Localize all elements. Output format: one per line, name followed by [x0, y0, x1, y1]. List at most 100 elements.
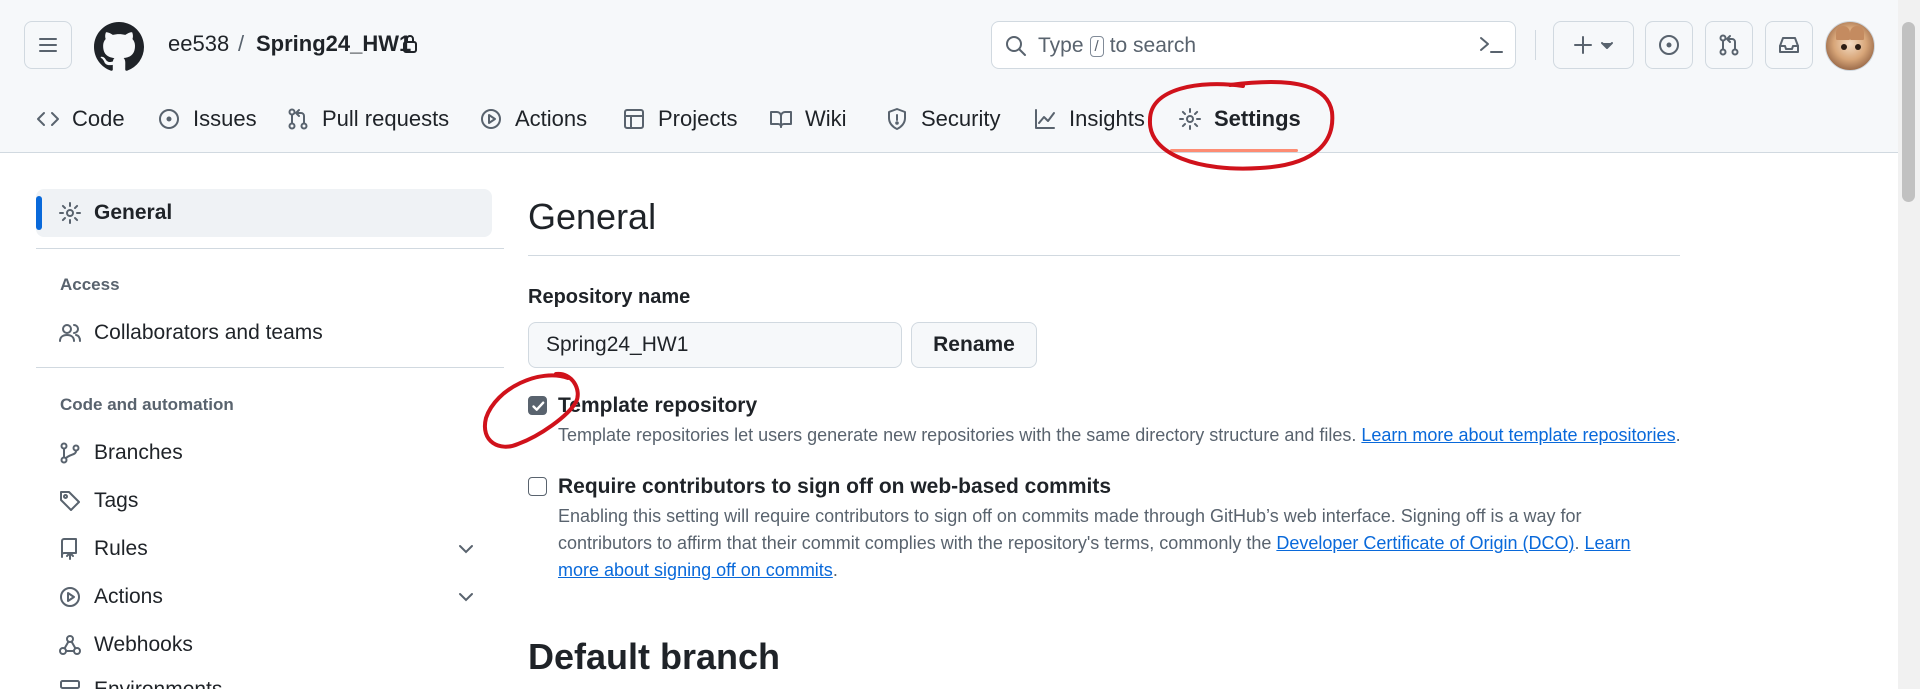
tab-actions[interactable]: Actions [479, 100, 587, 138]
issue-opened-icon [1659, 35, 1679, 55]
lock-icon [403, 35, 417, 53]
pull-requests-button[interactable] [1705, 21, 1753, 69]
signoff-desc-line1: Enabling this setting will require contr… [558, 506, 1582, 526]
search-placeholder: Type / to search [1038, 34, 1196, 58]
sidebar-item-collaborators[interactable]: Collaborators and teams [58, 316, 323, 350]
avatar[interactable] [1825, 21, 1875, 71]
breadcrumb-owner[interactable]: ee538 [168, 31, 229, 57]
github-logo-icon[interactable] [94, 22, 144, 72]
branch-icon [60, 442, 80, 464]
tab-pull-requests[interactable]: Pull requests [286, 100, 449, 138]
search-placeholder-suffix: to search [1109, 34, 1197, 57]
plus-icon [1573, 36, 1613, 54]
sidebar-heading-code: Code and automation [60, 395, 234, 414]
pull-request-icon [1719, 34, 1739, 56]
rules-chevron-down-icon[interactable] [457, 540, 475, 563]
signoff-desc-end: . [832, 560, 838, 580]
gear-icon [59, 202, 81, 224]
graph-icon [1035, 109, 1055, 129]
signoff-learn-link-part2[interactable]: more about signing off on commits [558, 560, 833, 580]
sidebar-heading-access: Access [60, 275, 120, 294]
check-icon [532, 401, 545, 411]
template-repository-title: Template repository [558, 394, 758, 417]
repo-push-icon [61, 538, 77, 560]
sidebar-item-branches-label: Branches [94, 441, 183, 464]
template-desc-end: . [1675, 425, 1681, 445]
sidebar-item-general-label: General [94, 201, 173, 224]
table-icon [624, 109, 644, 129]
search-input[interactable]: Type / to search [991, 21, 1516, 69]
issues-button[interactable] [1645, 21, 1693, 69]
template-learn-more-link[interactable]: Learn more about template repositories [1361, 425, 1675, 445]
template-desc-text: Template repositories let users generate… [558, 425, 1357, 445]
sidebar-active-marker [36, 196, 42, 230]
menu-button[interactable] [24, 21, 72, 69]
sidebar-divider [36, 367, 504, 368]
tab-issues[interactable]: Issues [157, 100, 257, 138]
default-branch-heading: Default branch [528, 636, 781, 677]
shield-icon [888, 108, 906, 130]
sidebar-item-collaborators-label: Collaborators and teams [94, 321, 323, 344]
tab-pull-requests-label: Pull requests [322, 106, 450, 131]
people-icon [59, 324, 81, 342]
tab-wiki[interactable]: Wiki [769, 100, 847, 138]
tab-actions-label: Actions [515, 106, 588, 131]
book-icon [770, 111, 792, 128]
search-placeholder-prefix: Type [1038, 34, 1084, 57]
breadcrumb-repo[interactable]: Spring24_HW1 [256, 31, 411, 57]
hamburger-icon [39, 38, 57, 52]
play-icon [481, 109, 501, 129]
repository-name-input[interactable]: Spring24_HW1 [528, 322, 902, 368]
repo-header: ee538 / Spring24_HW1 Type / to search Co… [0, 0, 1920, 153]
dco-link[interactable]: Developer Certificate of Origin (DCO) [1276, 533, 1574, 553]
search-icon [1006, 36, 1026, 56]
top-bar: ee538 / Spring24_HW1 Type / to search [0, 0, 1920, 92]
tab-code[interactable]: Code [36, 100, 125, 138]
tag-icon [60, 491, 80, 511]
tab-insights[interactable]: Insights [1033, 100, 1145, 138]
tab-projects-label: Projects [658, 106, 738, 131]
rename-button[interactable]: Rename [911, 322, 1037, 368]
sidebar-divider [36, 248, 504, 249]
breadcrumb-separator: / [238, 31, 245, 56]
header-divider [1535, 30, 1536, 60]
sidebar-item-branches[interactable]: Branches [58, 436, 183, 470]
scrollbar-thumb[interactable] [1902, 22, 1915, 202]
command-palette-icon[interactable] [1478, 33, 1504, 57]
sidebar-item-actions[interactable]: Actions [58, 580, 163, 614]
gear-icon [1179, 108, 1201, 130]
sidebar-item-environments-label: Environments [94, 678, 222, 689]
tab-wiki-label: Wiki [805, 106, 847, 131]
sidebar-item-webhooks[interactable]: Webhooks [58, 628, 193, 662]
sidebar-item-rules[interactable]: Rules [58, 532, 148, 566]
title-divider [528, 255, 1680, 256]
tab-projects[interactable]: Projects [622, 100, 737, 138]
require-signoff-description: Enabling this setting will require contr… [558, 503, 1678, 584]
signoff-learn-link-part1[interactable]: Learn [1585, 533, 1631, 553]
sidebar-item-tags-label: Tags [94, 489, 139, 512]
inbox-button[interactable] [1765, 21, 1813, 69]
sidebar-item-webhooks-label: Webhooks [94, 633, 193, 656]
actions-chevron-down-icon[interactable] [457, 588, 475, 611]
sidebar-item-general[interactable]: General [58, 196, 172, 230]
webhook-icon [59, 635, 81, 655]
signoff-desc-line2: contributors to affirm that their commit… [558, 530, 1678, 557]
inbox-icon [1779, 37, 1799, 53]
sidebar-item-environments[interactable]: Environments [58, 673, 222, 689]
tab-settings-label: Settings [1214, 106, 1301, 131]
signoff-desc-sep: . [1574, 533, 1580, 553]
template-repository-description: Template repositories let users generate… [558, 422, 1681, 449]
play-icon [60, 587, 80, 607]
tab-security[interactable]: Security [885, 100, 1000, 138]
require-signoff-checkbox[interactable] [528, 477, 547, 496]
code-icon [37, 112, 59, 126]
sidebar-item-tags[interactable]: Tags [58, 484, 138, 518]
sidebar-item-actions-label: Actions [94, 585, 163, 608]
create-new-button[interactable] [1553, 21, 1634, 69]
tab-settings[interactable]: Settings [1178, 100, 1301, 138]
template-repository-checkbox[interactable] [528, 396, 547, 415]
repository-name-label: Repository name [528, 286, 691, 308]
pull-request-icon [288, 108, 308, 130]
signoff-desc-line2-text: contributors to affirm that their commit… [558, 533, 1272, 553]
server-icon [60, 680, 80, 689]
